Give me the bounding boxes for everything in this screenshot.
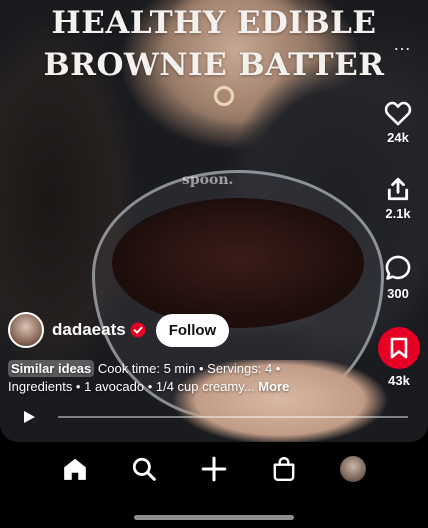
tab-home[interactable] (60, 454, 90, 484)
heart-icon (384, 101, 412, 126)
more-link[interactable]: More (258, 379, 289, 394)
comment-icon (385, 255, 411, 280)
title-line-2: BROWNIE BATTER (43, 47, 385, 83)
creator-row: dadaeats Follow (8, 312, 230, 348)
search-icon (133, 457, 157, 481)
profile-avatar (340, 456, 367, 482)
video-caption-overlay: spoon. (182, 172, 234, 188)
similar-ideas-tag[interactable]: Similar ideas (8, 360, 95, 377)
creator-name[interactable]: dadaeats (52, 320, 126, 340)
save-count: 43k (388, 373, 410, 388)
more-options-icon[interactable]: … (393, 34, 412, 55)
home-icon (63, 458, 86, 480)
player-controls (22, 407, 408, 427)
save-circle (378, 327, 420, 369)
video-title-overlay: HEALTHY EDIBLE BROWNIE BATTER (0, 2, 428, 86)
verified-badge-icon (130, 322, 146, 338)
action-rail: 24k (376, 100, 420, 165)
bookmark-icon (390, 337, 408, 359)
comment-count: 300 (387, 286, 409, 301)
bottom-tab-bar (0, 448, 428, 490)
share-button[interactable]: 2.1k (376, 176, 420, 221)
tab-create[interactable] (199, 454, 229, 484)
comment-rail: 300 (376, 254, 420, 321)
creator-avatar[interactable] (8, 312, 44, 348)
like-button[interactable]: 24k (376, 100, 420, 145)
comment-button[interactable]: 300 (376, 254, 420, 301)
play-icon[interactable] (22, 410, 36, 424)
video-scene-batter (112, 198, 364, 328)
home-indicator[interactable] (134, 515, 294, 520)
save-rail: 43k (375, 327, 423, 408)
tab-search[interactable] (129, 454, 159, 484)
follow-button[interactable]: Follow (155, 313, 230, 347)
plus-icon (201, 456, 227, 482)
share-icon (387, 177, 409, 201)
tab-profile[interactable] (338, 454, 368, 484)
tab-shop[interactable] (269, 454, 299, 484)
title-line-1: HEALTHY EDIBLE (51, 5, 377, 41)
like-count: 24k (387, 130, 409, 145)
progress-track[interactable] (58, 416, 408, 418)
share-rail: 2.1k (376, 176, 420, 241)
share-count: 2.1k (385, 206, 411, 221)
shopping-bag-icon (273, 456, 294, 482)
pin-description[interactable]: Similar ideas Cook time: 5 min • Serving… (8, 360, 328, 396)
save-button[interactable]: 43k (375, 327, 423, 388)
